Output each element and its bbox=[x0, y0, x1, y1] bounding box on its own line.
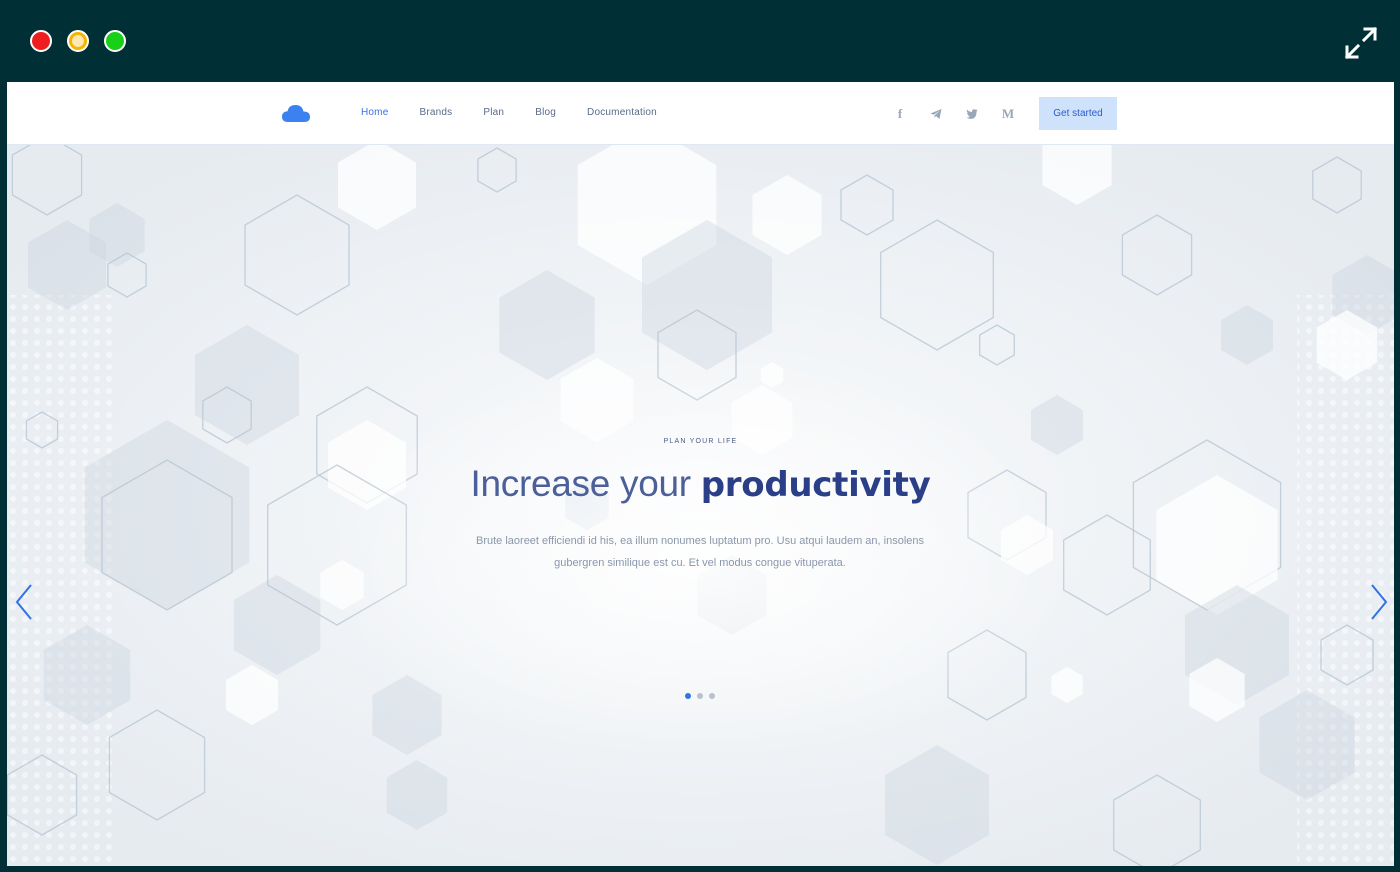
carousel-dot[interactable] bbox=[685, 693, 691, 699]
site-navbar: Home Brands Plan Blog Documentation f M … bbox=[7, 82, 1394, 145]
carousel-prev-icon[interactable] bbox=[14, 582, 34, 622]
hero-headline: Increase your productivity bbox=[7, 463, 1394, 505]
menu-item-home[interactable]: Home bbox=[361, 107, 388, 118]
headline-light-text: Increase your bbox=[470, 463, 701, 504]
site-viewport: Home Brands Plan Blog Documentation f M … bbox=[7, 82, 1394, 866]
hero-description: Brute laoreet efficiendi id his, ea illu… bbox=[476, 535, 924, 569]
carousel-dot[interactable] bbox=[697, 693, 703, 699]
menu-item-blog[interactable]: Blog bbox=[535, 107, 556, 118]
menu-item-brands[interactable]: Brands bbox=[419, 107, 452, 118]
hexagon-pattern-background bbox=[7, 145, 1394, 866]
cloud-icon[interactable] bbox=[282, 103, 310, 123]
menu-item-plan[interactable]: Plan bbox=[483, 107, 504, 118]
twitter-icon[interactable] bbox=[954, 104, 990, 124]
zoom-button[interactable] bbox=[104, 30, 126, 52]
headline-bold-text: productivity bbox=[700, 465, 931, 505]
carousel-next-icon[interactable] bbox=[1369, 582, 1389, 622]
carousel-pagination bbox=[685, 693, 715, 699]
expand-icon[interactable] bbox=[1344, 26, 1378, 60]
minimize-button[interactable] bbox=[67, 30, 89, 52]
hero-carousel: PLAN YOUR LIFE Increase your productivit… bbox=[7, 145, 1394, 866]
menu-item-documentation[interactable]: Documentation bbox=[587, 107, 657, 118]
window-controls bbox=[30, 30, 126, 52]
hero-eyebrow: PLAN YOUR LIFE bbox=[663, 438, 738, 445]
close-button[interactable] bbox=[30, 30, 52, 52]
carousel-dot[interactable] bbox=[709, 693, 715, 699]
browser-window: Home Brands Plan Blog Documentation f M … bbox=[0, 0, 1400, 872]
medium-icon[interactable]: M bbox=[990, 104, 1026, 124]
main-menu: Home Brands Plan Blog Documentation bbox=[361, 107, 688, 118]
telegram-icon[interactable] bbox=[918, 104, 954, 124]
get-started-button[interactable]: Get started bbox=[1039, 97, 1117, 130]
facebook-icon[interactable]: f bbox=[882, 104, 918, 124]
social-links: f M bbox=[882, 104, 1026, 124]
